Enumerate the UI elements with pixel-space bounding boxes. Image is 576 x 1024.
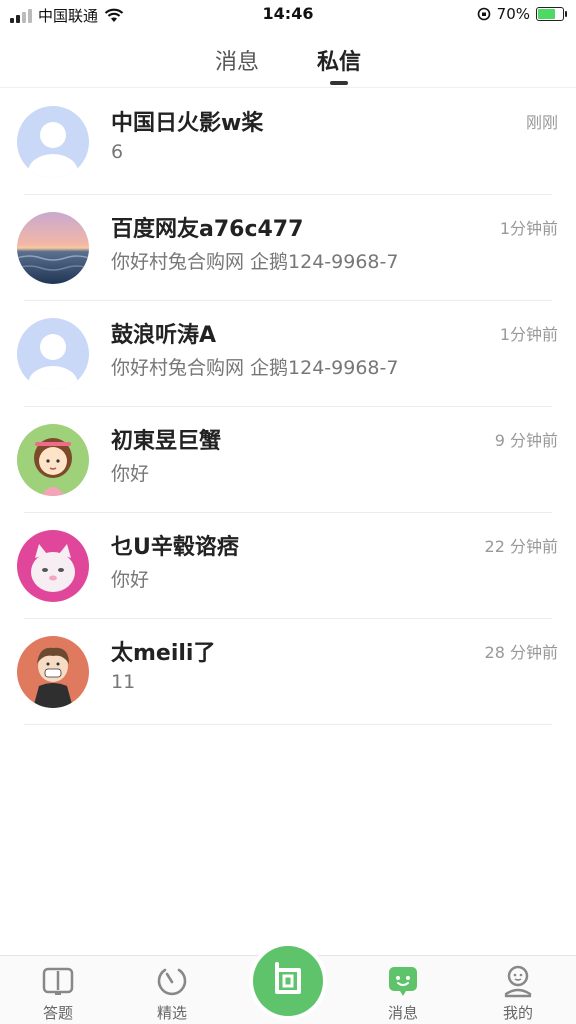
sender-name: 鼓浪听涛A	[111, 323, 217, 348]
message-list: 中国日火影w桨 6 刚刚 百度网友a76c477 你好村兔合购网 企鹅124-9…	[0, 89, 576, 725]
profile-icon	[504, 965, 532, 998]
nav-label: 消息	[387, 1004, 418, 1022]
list-item[interactable]: 太meili了 11 28 分钟前	[0, 619, 576, 725]
nav-item-answer[interactable]: 答题	[18, 964, 98, 1023]
nav-label: 答题	[42, 1004, 73, 1022]
sender-name: 太meili了	[111, 641, 216, 666]
nav-label: 我的	[502, 1004, 533, 1022]
message-time: 1分钟前	[499, 219, 558, 238]
tab-notifications[interactable]: 消息	[215, 40, 259, 87]
list-item[interactable]: 鼓浪听涛A 你好村兔合购网 企鹅124-9968-7 1分钟前	[0, 301, 576, 407]
status-right: 70%	[477, 5, 567, 23]
tab-header: 消息 私信	[0, 40, 576, 88]
sender-name: 乜U辛毂谘痞	[111, 535, 239, 560]
anime-boy-avatar	[17, 636, 89, 708]
book-icon	[42, 967, 74, 995]
battery-fill	[538, 9, 555, 19]
default-avatar	[17, 318, 89, 390]
message-preview: 你好村兔合购网 企鹅124-9968-7	[111, 357, 399, 379]
battery-icon	[536, 7, 567, 21]
list-item[interactable]: 百度网友a76c477 你好村兔合购网 企鹅124-9968-7 1分钟前	[0, 195, 576, 301]
list-item[interactable]: 初東昱巨蟹 你好 9 分钟前	[0, 407, 576, 513]
sunset-avatar	[17, 212, 89, 284]
message-preview: 6	[111, 141, 124, 163]
nav-item-profile[interactable]: 我的	[478, 964, 558, 1023]
cartoon-girl-avatar	[17, 424, 89, 496]
message-preview: 你好	[111, 463, 150, 485]
sender-name: 初東昱巨蟹	[111, 429, 222, 454]
divider	[24, 724, 552, 725]
cat-avatar	[17, 530, 89, 602]
message-time: 刚刚	[525, 113, 558, 132]
nav-label: 精选	[156, 1004, 187, 1022]
message-preview: 11	[111, 671, 136, 693]
ask-icon	[275, 962, 301, 994]
list-item[interactable]: 乜U辛毂谘痞 你好 22 分钟前	[0, 513, 576, 619]
spinner-icon	[157, 968, 187, 996]
rotation-lock-icon	[477, 7, 490, 21]
list-item[interactable]: 中国日火影w桨 6 刚刚	[0, 89, 576, 195]
chat-icon	[389, 967, 417, 996]
battery-percent: 70%	[496, 5, 530, 23]
tab-label: 消息	[214, 50, 259, 75]
message-time: 28 分钟前	[484, 643, 558, 662]
message-preview: 你好村兔合购网 企鹅124-9968-7	[111, 251, 399, 273]
message-time: 9 分钟前	[494, 431, 558, 450]
nav-item-featured[interactable]: 精选	[132, 964, 212, 1023]
sender-name: 百度网友a76c477	[111, 217, 304, 242]
tab-label: 私信	[317, 50, 362, 75]
status-bar: 中国联通 14:46 70%	[0, 0, 576, 30]
tab-private-messages[interactable]: 私信	[317, 40, 361, 87]
nav-item-messages[interactable]: 消息	[363, 964, 443, 1023]
tab-active-indicator	[330, 81, 348, 85]
message-time: 22 分钟前	[484, 537, 558, 556]
bottom-nav: 答题 精选 消息 我的	[0, 946, 576, 1024]
message-preview: 你好	[111, 569, 150, 591]
sender-name: 中国日火影w桨	[111, 111, 264, 136]
message-time: 1分钟前	[499, 325, 558, 344]
ask-question-button[interactable]	[253, 946, 323, 1016]
default-avatar	[17, 106, 89, 178]
